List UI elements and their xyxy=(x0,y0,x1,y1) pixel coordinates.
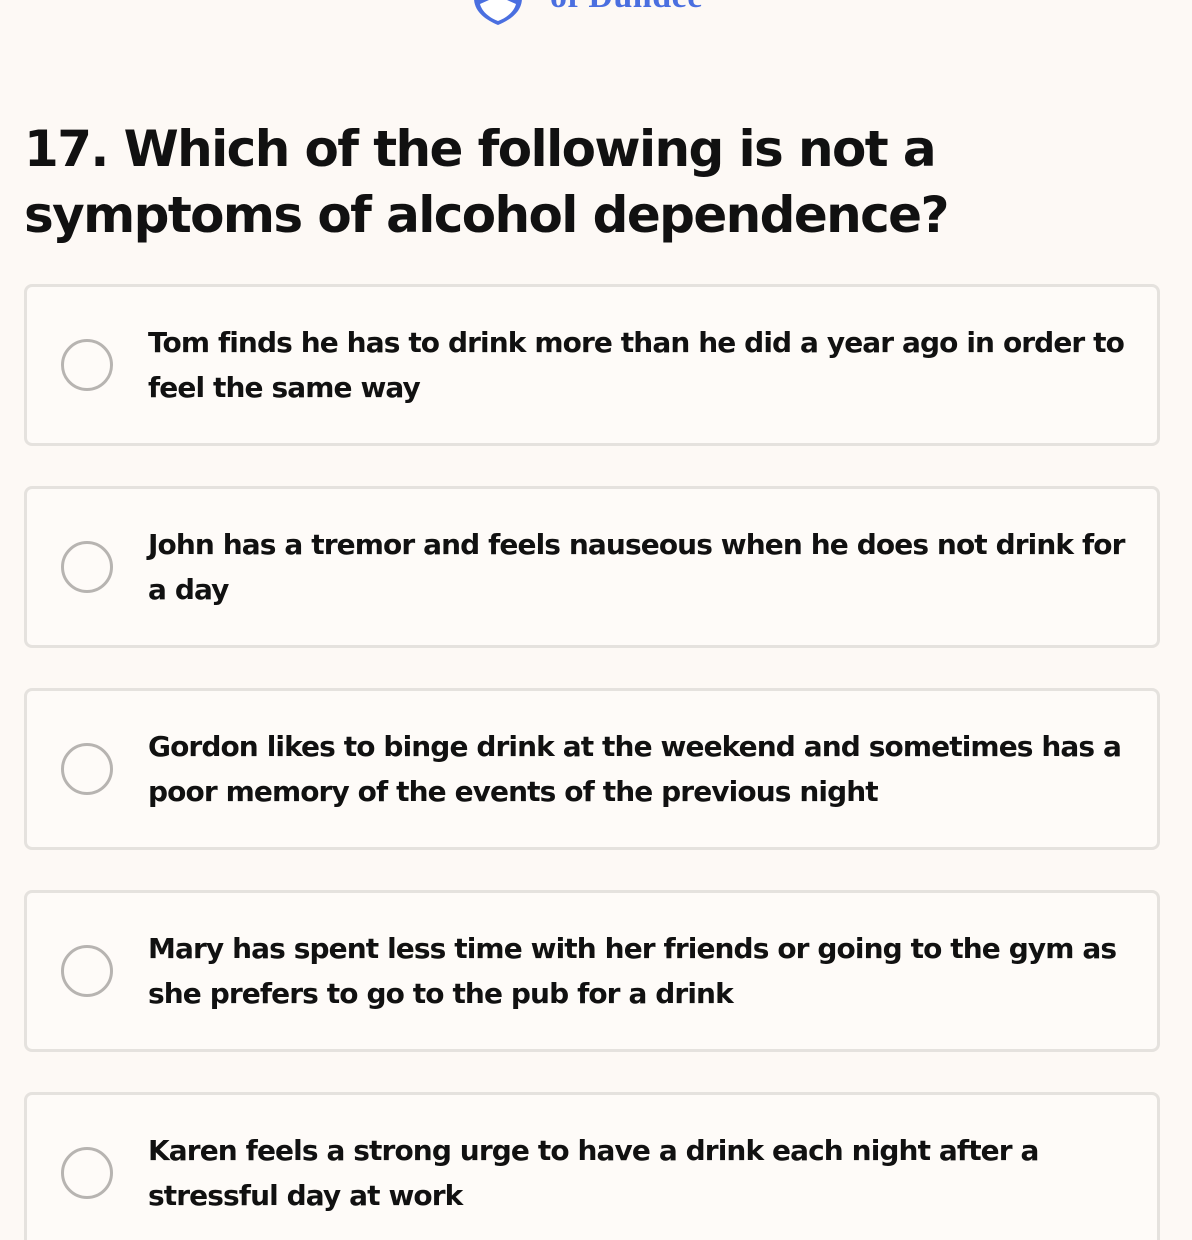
radio-button[interactable] xyxy=(61,945,113,997)
logo-text: of Dundee xyxy=(550,0,703,16)
answer-options: Tom finds he has to drink more than he d… xyxy=(24,284,1160,1240)
radio-button[interactable] xyxy=(61,541,113,593)
answer-option-label: Karen feels a strong urge to have a drin… xyxy=(148,1134,1039,1212)
answer-option-4[interactable]: Mary has spent less time with her friend… xyxy=(24,890,1160,1052)
answer-option-label: John has a tremor and feels nauseous whe… xyxy=(148,528,1125,606)
answer-option-label: Tom finds he has to drink more than he d… xyxy=(148,326,1125,404)
radio-button[interactable] xyxy=(61,339,113,391)
shield-logo-icon xyxy=(474,0,522,25)
quiz-page: of Dundee 17. Which of the following is … xyxy=(0,0,1192,1240)
radio-button[interactable] xyxy=(61,743,113,795)
question-title: 17. Which of the following is not a symp… xyxy=(24,120,949,244)
university-logo: of Dundee xyxy=(470,0,702,26)
answer-option-2[interactable]: John has a tremor and feels nauseous whe… xyxy=(24,486,1160,648)
answer-option-3[interactable]: Gordon likes to binge drink at the weeke… xyxy=(24,688,1160,850)
answer-option-5[interactable]: Karen feels a strong urge to have a drin… xyxy=(24,1092,1160,1240)
answer-option-label: Mary has spent less time with her friend… xyxy=(148,932,1117,1010)
radio-button[interactable] xyxy=(61,1147,113,1199)
answer-option-1[interactable]: Tom finds he has to drink more than he d… xyxy=(24,284,1160,446)
answer-option-label: Gordon likes to binge drink at the weeke… xyxy=(148,730,1122,808)
